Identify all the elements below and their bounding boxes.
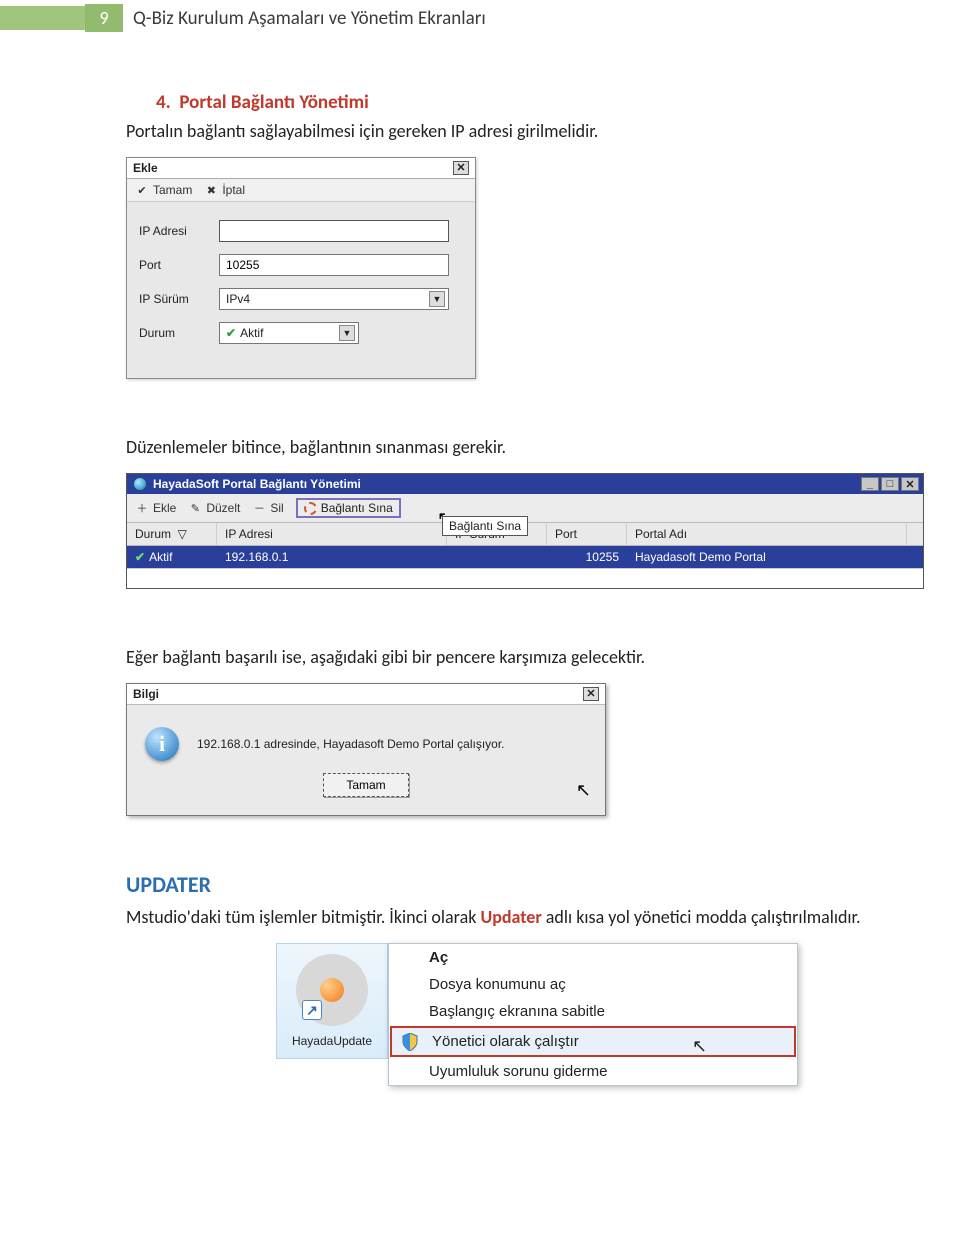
- label-port: Port: [139, 258, 219, 272]
- text-success: Eğer bağlantı başarılı ise, aşağıdaki gi…: [126, 644, 924, 671]
- durum-value: Aktif: [240, 326, 263, 340]
- ctx-item-compat[interactable]: Uyumluluk sorunu giderme: [389, 1058, 797, 1085]
- page-header: 9 Q-Biz Kurulum Aşamaları ve Yönetim Ekr…: [0, 0, 960, 36]
- check-icon: ✔: [135, 183, 149, 197]
- info-title: Bilgi: [133, 687, 159, 701]
- manager-toolbar: ＋ Ekle ✎ Düzelt － Sil Bağlantı Sına Bağl…: [127, 494, 923, 523]
- sil-label: Sil: [270, 501, 283, 515]
- orb-icon: [320, 978, 344, 1002]
- close-icon[interactable]: ✕: [453, 161, 469, 175]
- section-intro: Portalın bağlantı sağlayabilmesi için ge…: [126, 118, 924, 145]
- updater-pre: Mstudio'daki tüm işlemler bitmiştir. İki…: [126, 906, 480, 928]
- shortcut-arrow-icon: ↗: [302, 1000, 322, 1020]
- add-dialog: Ekle ✕ ✔ Tamam ✖ İptal IP Adresi Port: [126, 157, 476, 379]
- add-dialog-toolbar: ✔ Tamam ✖ İptal: [127, 179, 475, 202]
- edit-icon: ✎: [188, 501, 202, 515]
- shortcut-label: HayadaUpdate: [287, 1034, 377, 1048]
- row-port: 10255: [547, 546, 627, 568]
- row-name: Hayadasoft Demo Portal: [627, 546, 907, 568]
- ipver-value: IPv4: [226, 292, 250, 306]
- ekle-label: Ekle: [153, 501, 176, 515]
- col-port[interactable]: Port: [547, 523, 627, 545]
- section-number: 4.: [156, 91, 171, 114]
- ctx-item-pin[interactable]: Başlangıç ekranına sabitle: [389, 998, 797, 1025]
- row-ipver: [447, 546, 547, 568]
- col-name[interactable]: Portal Adı: [627, 523, 907, 545]
- updater-text: Mstudio'daki tüm işlemler bitmiştir. İki…: [126, 904, 924, 931]
- section-heading: 4. Portal Bağlantı Yönetimi: [156, 91, 924, 114]
- chevron-down-icon: ▼: [429, 291, 445, 307]
- ctx-item-open-location[interactable]: Dosya konumunu aç: [389, 971, 797, 998]
- maximize-button[interactable]: □: [881, 477, 899, 491]
- tamam-label: Tamam: [153, 183, 192, 197]
- add-dialog-form: IP Adresi Port IP Sürüm IPv4 ▼ Durum ✔ Ak…: [127, 202, 475, 378]
- app-icon: [133, 477, 147, 491]
- page-number: 9: [85, 4, 123, 32]
- ctx-runas-label: Yönetici olarak çalıştır: [432, 1033, 579, 1050]
- tooltip: Bağlantı Sına: [442, 516, 528, 536]
- add-dialog-title: Ekle: [133, 161, 158, 175]
- close-icon[interactable]: ✕: [583, 687, 599, 701]
- updater-heading: UPDATER: [126, 871, 924, 898]
- duzelt-label: Düzelt: [206, 501, 240, 515]
- col-ip[interactable]: IP Adresi: [217, 523, 447, 545]
- iptal-label: İptal: [222, 183, 245, 197]
- add-dialog-titlebar: Ekle ✕: [127, 158, 475, 179]
- status-check-icon: ✔: [226, 326, 236, 340]
- iptal-button[interactable]: ✖ İptal: [204, 183, 245, 197]
- cursor-icon: ↖: [692, 1036, 707, 1057]
- baglantisina-button[interactable]: Bağlantı Sına: [296, 498, 401, 518]
- ipver-combo[interactable]: IPv4 ▼: [219, 288, 449, 310]
- ctx-item-open[interactable]: Aç: [389, 944, 797, 971]
- info-icon: i: [145, 727, 179, 761]
- info-dialog: Bilgi ✕ i 192.168.0.1 adresinde, Hayadas…: [126, 683, 606, 816]
- label-ip: IP Adresi: [139, 224, 219, 238]
- minimize-button[interactable]: _: [861, 477, 879, 491]
- port-input[interactable]: [219, 254, 449, 276]
- grid-empty-area: [127, 568, 923, 588]
- label-ipver: IP Sürüm: [139, 292, 219, 306]
- sina-label: Bağlantı Sına: [321, 501, 393, 515]
- tamam-button[interactable]: ✔ Tamam: [135, 183, 192, 197]
- info-message: 192.168.0.1 adresinde, Hayadasoft Demo P…: [197, 737, 505, 751]
- section-title: Portal Bağlantı Yönetimi: [179, 91, 368, 114]
- spinner-icon: [304, 502, 317, 515]
- context-menu-mock: ↗ HayadaUpdate Aç Dosya konumunu aç Başl…: [276, 943, 924, 1086]
- updater-word: Updater: [480, 906, 541, 928]
- row-durum: Aktif: [149, 550, 172, 564]
- col-durum[interactable]: Durum ▽: [127, 523, 217, 545]
- context-menu: Aç Dosya konumunu aç Başlangıç ekranına …: [388, 943, 798, 1086]
- updater-post: adlı kısa yol yönetici modda çalıştırılm…: [542, 906, 861, 928]
- cursor-icon: ↖: [576, 780, 591, 801]
- ctx-item-run-as-admin[interactable]: Yönetici olarak çalıştır ↖: [390, 1026, 796, 1057]
- minus-icon: －: [252, 501, 266, 515]
- info-titlebar: Bilgi ✕: [127, 684, 605, 705]
- shortcut-tile[interactable]: ↗ HayadaUpdate: [276, 943, 388, 1059]
- shortcut-icon: ↗: [296, 954, 368, 1026]
- row-ip: 192.168.0.1: [217, 546, 447, 568]
- ok-button[interactable]: Tamam: [323, 773, 408, 797]
- durum-combo[interactable]: ✔ Aktif ▼: [219, 322, 359, 344]
- ip-input[interactable]: [219, 220, 449, 242]
- duzelt-button[interactable]: ✎ Düzelt: [188, 501, 240, 515]
- label-durum: Durum: [139, 326, 219, 340]
- text-after-add: Düzenlemeler bitince, bağlantının sınanm…: [126, 434, 924, 461]
- manager-titlebar: HayadaSoft Portal Bağlantı Yönetimi _ □ …: [127, 474, 923, 494]
- header-gutter: [0, 6, 85, 30]
- chevron-down-icon: ▼: [339, 325, 355, 341]
- close-button[interactable]: ✕: [901, 477, 919, 491]
- shield-icon: [402, 1033, 418, 1051]
- table-row[interactable]: ✔ Aktif 192.168.0.1 10255 Hayadasoft Demo…: [127, 546, 923, 568]
- sil-button[interactable]: － Sil: [252, 501, 283, 515]
- manager-window: HayadaSoft Portal Bağlantı Yönetimi _ □ …: [126, 473, 924, 589]
- window-buttons: _ □ ✕: [861, 477, 919, 491]
- cancel-icon: ✖: [204, 183, 218, 197]
- page-title: Q-Biz Kurulum Aşamaları ve Yönetim Ekran…: [133, 7, 486, 30]
- row-check-icon: ✔: [135, 550, 145, 564]
- ekle-button[interactable]: ＋ Ekle: [135, 501, 176, 515]
- manager-title: HayadaSoft Portal Bağlantı Yönetimi: [153, 477, 361, 491]
- plus-icon: ＋: [135, 501, 149, 515]
